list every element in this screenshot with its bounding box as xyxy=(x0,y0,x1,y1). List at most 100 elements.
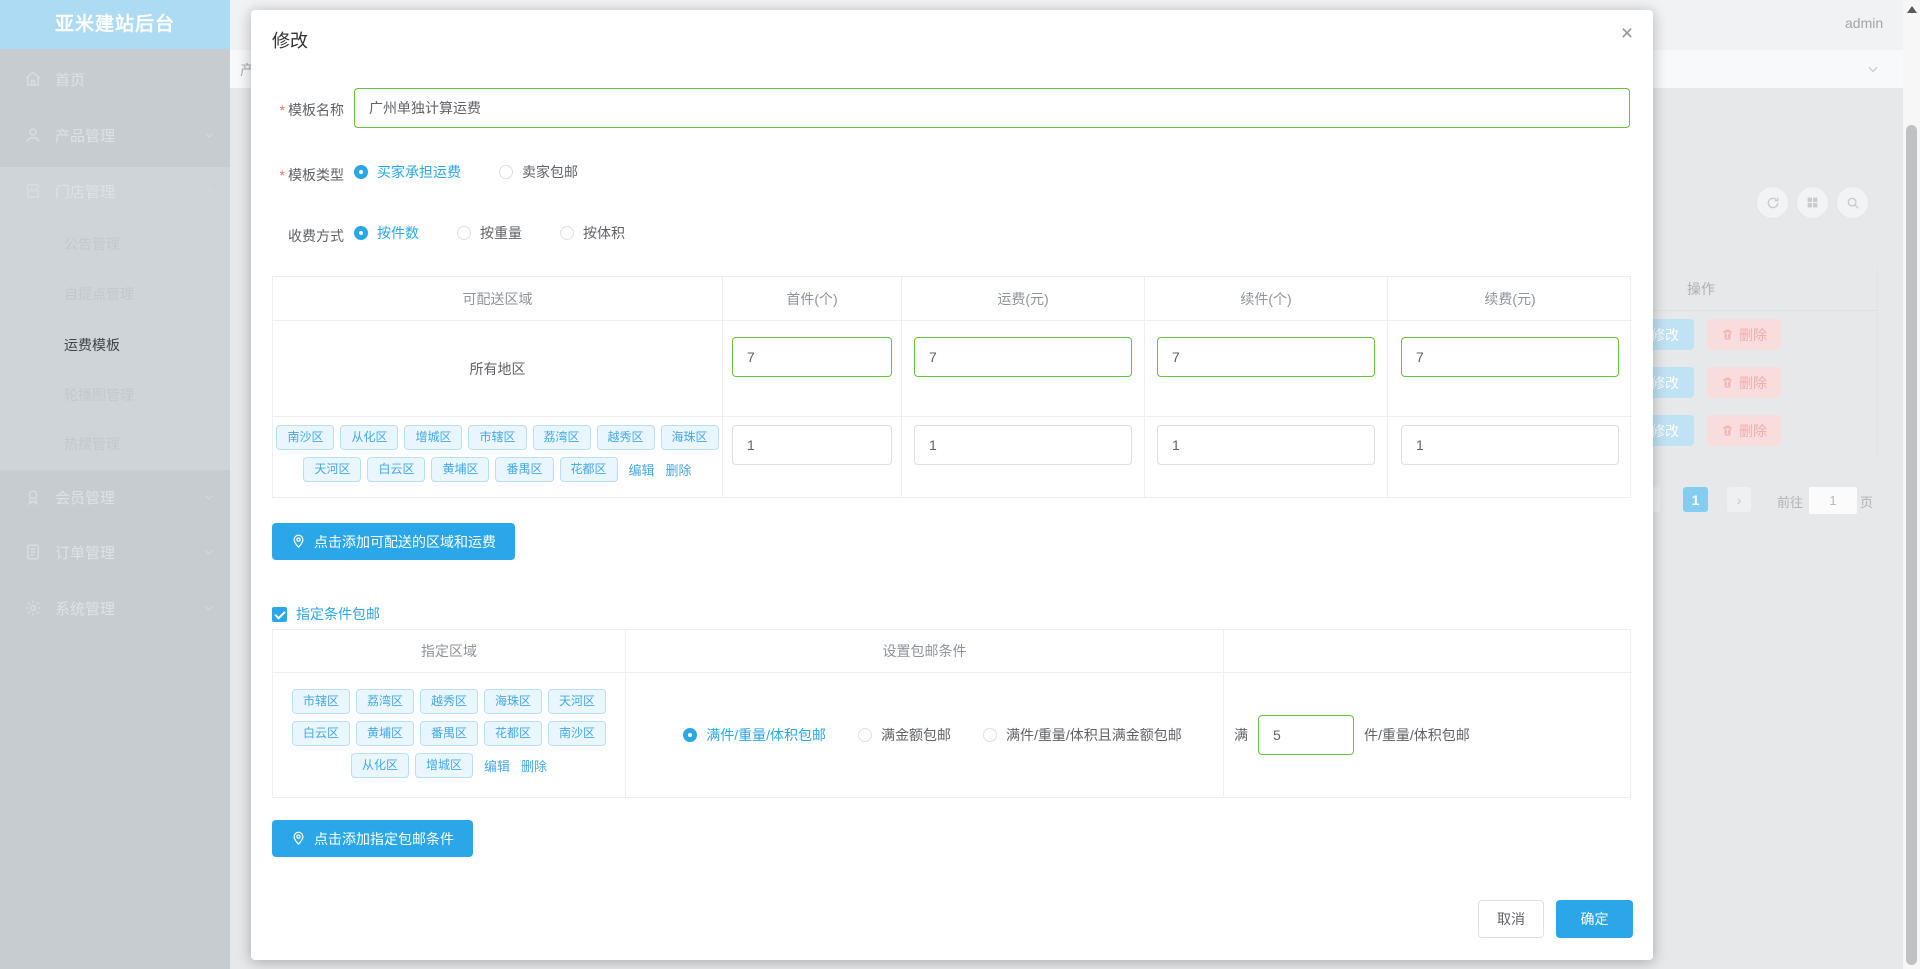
region-tag[interactable]: 增城区 xyxy=(404,425,463,450)
region-tag[interactable]: 市辖区 xyxy=(468,425,527,450)
region-tag[interactable]: 海珠区 xyxy=(484,689,543,714)
sidebar-subitem-hot-search[interactable]: 热搜管理 xyxy=(64,434,224,454)
sidebar-subitem-shipping-template[interactable]: 运费模板 xyxy=(64,335,224,355)
search-button[interactable] xyxy=(1836,186,1869,219)
confirm-button[interactable]: 确定 xyxy=(1556,900,1633,938)
threshold-cell: 满 件/重量/体积包邮 xyxy=(1224,673,1632,797)
sidebar-subitem-carousel[interactable]: 轮播图管理 xyxy=(64,385,224,405)
additional-piece-input-row2[interactable] xyxy=(1157,425,1375,465)
region-tag[interactable]: 天河区 xyxy=(548,689,607,714)
gear-icon xyxy=(25,600,41,616)
add-region-button[interactable]: 点击添加可配送的区域和运费 xyxy=(272,523,515,560)
additional-fee-input-row2[interactable] xyxy=(1401,425,1619,465)
region-tag[interactable]: 市辖区 xyxy=(291,689,350,714)
pagination-next-button[interactable]: › xyxy=(1727,487,1751,512)
region-tag[interactable]: 南沙区 xyxy=(276,425,335,450)
radio-unselected-icon xyxy=(499,165,513,179)
region-tag[interactable]: 从化区 xyxy=(350,753,409,778)
fee-input-row2[interactable] xyxy=(914,425,1132,465)
checkbox-checked-icon[interactable] xyxy=(272,606,287,622)
radio-by-volume[interactable]: 按体积 xyxy=(560,223,625,243)
close-icon[interactable]: × xyxy=(1613,20,1641,48)
sidebar-item-members[interactable]: 会员管理 xyxy=(0,473,230,521)
region-tag[interactable]: 海珠区 xyxy=(660,425,719,450)
col-header-region: 可配送区域 xyxy=(273,277,723,321)
dropdown-chevron-icon[interactable] xyxy=(1866,62,1880,76)
sidebar-item-label: 订单管理 xyxy=(55,544,116,562)
radio-buyer-pays[interactable]: 买家承担运费 xyxy=(354,162,461,182)
region-tag[interactable]: 黄埔区 xyxy=(431,457,490,482)
region-tag[interactable]: 天河区 xyxy=(303,457,362,482)
template-name-input[interactable] xyxy=(354,88,1630,128)
radio-unselected-icon xyxy=(457,226,471,240)
region-tag[interactable]: 越秀区 xyxy=(596,425,655,450)
delete-regions-link[interactable]: 删除 xyxy=(666,460,692,479)
pagination-goto-input[interactable] xyxy=(1808,486,1858,515)
edit-regions-link[interactable]: 编辑 xyxy=(629,460,655,479)
first-piece-input-row2[interactable] xyxy=(732,425,892,465)
member-badge-icon xyxy=(28,490,38,506)
region-tag[interactable]: 白云区 xyxy=(367,457,426,482)
region-tag[interactable]: 黄埔区 xyxy=(355,721,414,746)
region-tag-line: 白云区 黄埔区 番禺区 花都区 南沙区 xyxy=(291,721,607,746)
sidebar-item-products[interactable]: 产品管理 xyxy=(0,111,230,159)
free-shipping-condition-table: 指定区域 设置包邮条件 市辖区 荔湾区 越秀区 海珠区 天河区 白云区 黄埔区 番禺区 花都区… xyxy=(272,629,1632,798)
cancel-button[interactable]: 取消 xyxy=(1478,900,1544,938)
additional-fee-input-row1[interactable] xyxy=(1401,337,1619,377)
region-tag[interactable]: 荔湾区 xyxy=(532,425,591,450)
dialog-title: 修改 xyxy=(272,31,308,51)
edit-template-dialog: 修改 × *模板名称 *模板类型 买家承担运费 卖家包邮 收费方式 xyxy=(251,10,1653,960)
conditional-free-shipping-label[interactable]: 指定条件包邮 xyxy=(296,604,380,624)
edit-condition-regions-link[interactable]: 编辑 xyxy=(484,756,510,775)
region-tag[interactable]: 荔湾区 xyxy=(355,689,414,714)
region-tag[interactable]: 花都区 xyxy=(484,721,543,746)
trash-icon xyxy=(1723,377,1732,388)
col-header-condition: 设置包邮条件 xyxy=(626,630,1224,673)
first-piece-input-row1[interactable] xyxy=(732,337,892,377)
sidebar-item-orders[interactable]: 订单管理 xyxy=(0,528,230,576)
radio-free-by-quantity-and-amount[interactable]: 满件/重量/体积且满金额包邮 xyxy=(983,725,1182,745)
pagination-page-1[interactable]: 1 xyxy=(1683,487,1708,512)
threshold-input[interactable] xyxy=(1258,715,1354,755)
template-name-label: * 模板名称 xyxy=(279,102,344,118)
region-tag[interactable]: 增城区 xyxy=(414,753,473,778)
radio-free-by-quantity[interactable]: 满件/重量/体积包邮 xyxy=(683,725,826,745)
fee-input-row1[interactable] xyxy=(914,337,1132,377)
region-tag[interactable]: 花都区 xyxy=(559,457,618,482)
col-header-fee: 运费(元) xyxy=(902,277,1145,321)
refresh-button[interactable] xyxy=(1756,186,1789,219)
delete-condition-regions-link[interactable]: 删除 xyxy=(521,756,547,775)
chevron-down-icon xyxy=(205,495,213,500)
region-tag[interactable]: 番禺区 xyxy=(495,457,554,482)
region-tag[interactable]: 白云区 xyxy=(291,721,350,746)
sidebar-item-home[interactable]: 首页 xyxy=(0,55,230,103)
delete-row-button[interactable]: 删除 xyxy=(1707,367,1781,398)
template-type-radio-group: 买家承担运费 卖家包邮 xyxy=(354,162,616,182)
sidebar-subitem-pickup[interactable]: 自提点管理 xyxy=(64,284,224,304)
radio-by-piece[interactable]: 按件数 xyxy=(354,223,419,243)
conditional-free-shipping-row: 指定条件包邮 xyxy=(272,604,380,624)
sidebar-item-store[interactable]: 门店管理 xyxy=(0,167,230,215)
add-condition-button[interactable]: 点击添加指定包邮条件 xyxy=(272,820,473,857)
region-tag[interactable]: 越秀区 xyxy=(419,689,478,714)
radio-seller-free-shipping[interactable]: 卖家包邮 xyxy=(499,162,578,182)
scrollbar-thumb[interactable] xyxy=(1906,125,1917,965)
threshold-suffix: 件/重量/体积包邮 xyxy=(1364,727,1470,743)
scrollbar-up-icon[interactable] xyxy=(1907,6,1917,13)
region-tag[interactable]: 番禺区 xyxy=(419,721,478,746)
additional-piece-input-row1[interactable] xyxy=(1157,337,1375,377)
col-header-empty xyxy=(1224,630,1632,673)
radio-unselected-icon xyxy=(858,728,872,742)
sidebar-subitem-announcement[interactable]: 公告管理 xyxy=(64,234,224,254)
delete-row-button[interactable]: 删除 xyxy=(1707,415,1781,446)
sidebar-item-system[interactable]: 系统管理 xyxy=(0,584,230,632)
region-tag[interactable]: 南沙区 xyxy=(548,721,607,746)
scrollbar[interactable] xyxy=(1903,0,1920,969)
radio-by-weight[interactable]: 按重量 xyxy=(457,223,522,243)
radio-selected-icon xyxy=(683,728,698,742)
delete-row-button[interactable]: 删除 xyxy=(1707,319,1781,350)
radio-free-by-amount[interactable]: 满金额包邮 xyxy=(858,725,951,745)
user-menu[interactable]: admin xyxy=(1845,15,1883,31)
grid-view-button[interactable] xyxy=(1796,186,1829,219)
region-tag[interactable]: 从化区 xyxy=(340,425,399,450)
